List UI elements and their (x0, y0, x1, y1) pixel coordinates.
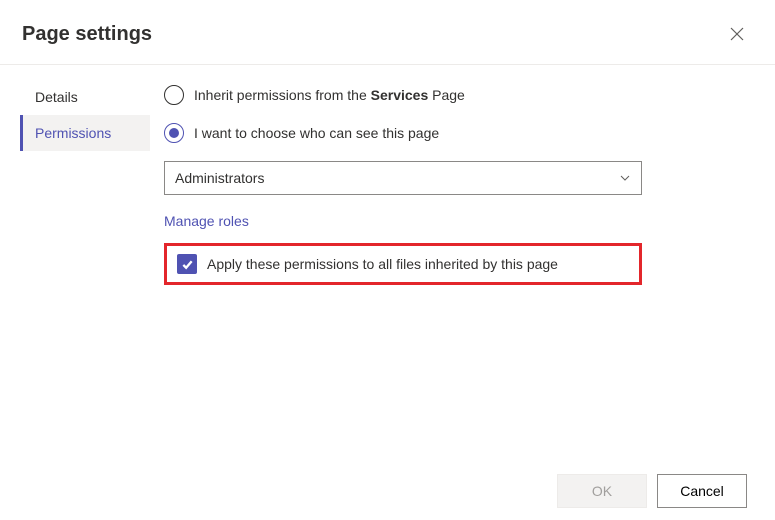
dialog-title: Page settings (22, 23, 152, 46)
checkmark-icon (181, 258, 194, 271)
radio-choose-label: I want to choose who can see this page (194, 125, 439, 141)
manage-roles-link[interactable]: Manage roles (164, 213, 249, 229)
content-permissions: Inherit permissions from the Services Pa… (150, 79, 775, 285)
close-icon (730, 27, 744, 41)
radio-row-choose[interactable]: I want to choose who can see this page (164, 123, 745, 143)
close-button[interactable] (721, 18, 753, 50)
apply-permissions-highlight: Apply these permissions to all files inh… (164, 243, 642, 285)
sidebar: Details Permissions (0, 79, 150, 285)
dialog-footer: OK Cancel (557, 474, 747, 508)
radio-choose[interactable] (164, 123, 184, 143)
apply-permissions-label: Apply these permissions to all files inh… (207, 256, 558, 272)
cancel-button[interactable]: Cancel (657, 474, 747, 508)
ok-button[interactable]: OK (557, 474, 647, 508)
tab-permissions[interactable]: Permissions (20, 115, 150, 151)
radio-row-inherit[interactable]: Inherit permissions from the Services Pa… (164, 85, 745, 105)
inherit-bold: Services (371, 87, 429, 103)
inherit-suffix: Page (428, 87, 465, 103)
tab-details[interactable]: Details (20, 79, 150, 115)
inherit-prefix: Inherit permissions from the (194, 87, 371, 103)
dialog-body: Details Permissions Inherit permissions … (0, 65, 775, 285)
roles-select[interactable]: Administrators (164, 161, 642, 195)
radio-inherit[interactable] (164, 85, 184, 105)
roles-select-value: Administrators (175, 170, 264, 186)
dialog-header: Page settings (0, 0, 775, 65)
apply-permissions-checkbox[interactable] (177, 254, 197, 274)
radio-inherit-label: Inherit permissions from the Services Pa… (194, 87, 465, 103)
chevron-down-icon (619, 172, 631, 184)
